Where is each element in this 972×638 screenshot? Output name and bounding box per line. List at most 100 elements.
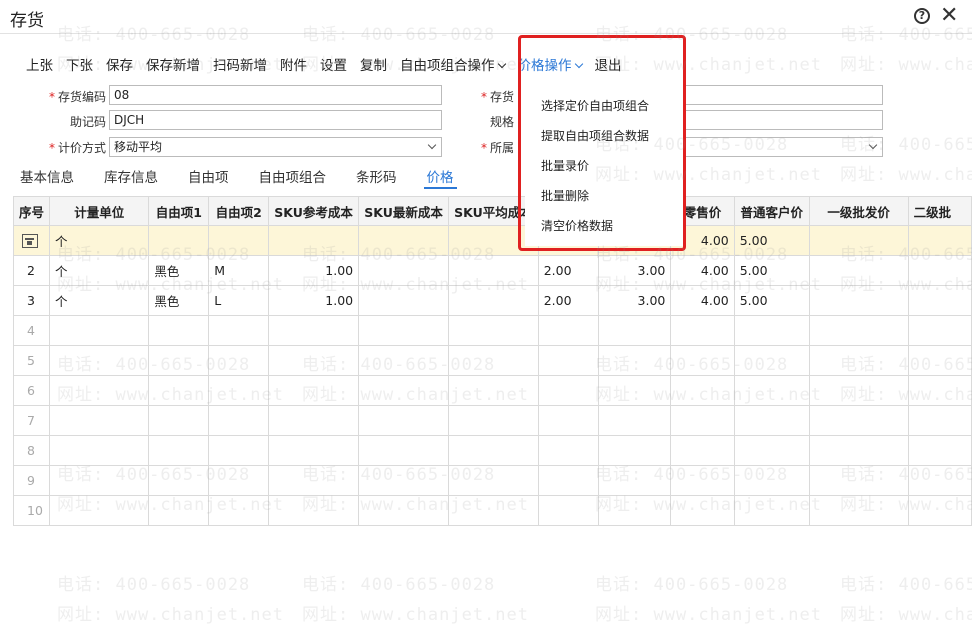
grid-cell[interactable] (597, 315, 672, 346)
grid-cell[interactable] (358, 375, 450, 406)
table-row[interactable]: 5 (12, 345, 972, 376)
grid-cell[interactable] (733, 435, 810, 466)
cell-ref-cost[interactable]: 1.00 (268, 285, 360, 316)
grid-cell[interactable] (358, 435, 450, 466)
col-header-wholesale2[interactable]: 二级批 (907, 196, 972, 226)
cell-ref-cost[interactable] (268, 225, 360, 256)
grid-cell[interactable] (808, 405, 909, 436)
grid-cell[interactable] (597, 435, 672, 466)
col-header-free2[interactable]: 自由项2 (208, 196, 270, 226)
code-input[interactable]: 08 (109, 85, 442, 105)
grid-cell[interactable] (268, 315, 360, 346)
prev-button[interactable]: 上张 (26, 54, 53, 74)
grid-cell[interactable] (907, 405, 972, 436)
grid-cell[interactable] (597, 465, 672, 496)
grid-cell[interactable] (148, 405, 210, 436)
grid-cell[interactable] (670, 495, 735, 526)
grid-cell[interactable] (358, 405, 450, 436)
grid-cell[interactable] (733, 405, 810, 436)
category-select[interactable] (682, 137, 883, 157)
grid-cell[interactable] (670, 405, 735, 436)
grid-cell[interactable] (808, 345, 909, 376)
save-button[interactable]: 保存 (106, 54, 133, 74)
help-icon[interactable]: ? (914, 8, 930, 24)
cell-hidden-2[interactable]: 3.00 (597, 255, 672, 286)
save-new-button[interactable]: 保存新增 (146, 54, 200, 74)
cell-ref-cost[interactable]: 1.00 (268, 255, 360, 286)
table-row[interactable]: 个 4.00 5.00 (12, 225, 972, 256)
grid-cell[interactable] (49, 345, 150, 376)
grid-cell[interactable] (670, 345, 735, 376)
grid-cell[interactable] (907, 465, 972, 496)
grid-cell[interactable] (268, 375, 360, 406)
cell-free1[interactable] (148, 225, 210, 256)
grid-cell[interactable] (537, 495, 599, 526)
grid-cell[interactable] (148, 495, 210, 526)
grid-cell[interactable] (733, 375, 810, 406)
grid-cell[interactable] (808, 375, 909, 406)
grid-cell[interactable] (268, 495, 360, 526)
cell-wholesale2[interactable] (907, 225, 972, 256)
grid-cell[interactable] (907, 495, 972, 526)
next-button[interactable]: 下张 (66, 54, 93, 74)
grid-cell[interactable] (148, 435, 210, 466)
grid-cell[interactable] (808, 435, 909, 466)
grid-cell[interactable] (208, 315, 270, 346)
col-header-free1[interactable]: 自由项1 (148, 196, 210, 226)
cell-unit[interactable]: 个 (49, 225, 150, 256)
grid-cell[interactable] (448, 465, 539, 496)
grid-cell[interactable] (733, 345, 810, 376)
copy-button[interactable]: 复制 (360, 54, 387, 74)
pricing-select[interactable]: 移动平均 (109, 137, 442, 157)
grid-cell[interactable] (670, 315, 735, 346)
settings-button[interactable]: 设置 (320, 54, 347, 74)
combo-ops-menu[interactable]: 自由项组合操作 (400, 54, 506, 74)
grid-cell[interactable] (358, 315, 450, 346)
grid-cell[interactable] (670, 435, 735, 466)
grid-cell[interactable] (448, 405, 539, 436)
grid-cell[interactable] (208, 405, 270, 436)
grid-cell[interactable] (597, 345, 672, 376)
grid-cell[interactable] (597, 495, 672, 526)
grid-cell[interactable] (49, 315, 150, 346)
grid-cell[interactable] (537, 465, 599, 496)
row-selector[interactable] (12, 225, 51, 256)
grid-cell[interactable] (808, 315, 909, 346)
col-header-normal[interactable]: 普通客户价 (733, 196, 810, 226)
grid-cell[interactable] (208, 375, 270, 406)
grid-cell[interactable] (148, 465, 210, 496)
cell-normal[interactable]: 5.00 (733, 255, 810, 286)
col-header-ref-cost[interactable]: SKU参考成本 (268, 196, 360, 226)
cell-free2[interactable] (208, 225, 270, 256)
tab-barcode[interactable]: 条形码 (356, 166, 397, 186)
tab-basic-info[interactable]: 基本信息 (20, 166, 74, 186)
grid-cell[interactable] (907, 315, 972, 346)
grid-cell[interactable] (208, 495, 270, 526)
grid-cell[interactable] (537, 435, 599, 466)
grid-cell[interactable] (597, 375, 672, 406)
name-input[interactable] (682, 85, 883, 105)
grid-cell[interactable] (733, 315, 810, 346)
grid-cell[interactable] (907, 345, 972, 376)
grid-cell[interactable] (907, 375, 972, 406)
row-edit-icon[interactable] (22, 234, 38, 248)
grid-cell[interactable] (208, 435, 270, 466)
cell-hidden-1[interactable]: 2.00 (537, 285, 599, 316)
cell-retail[interactable]: 4.00 (670, 255, 735, 286)
table-row[interactable]: 7 (12, 405, 972, 436)
grid-cell[interactable] (49, 405, 150, 436)
grid-cell[interactable] (670, 465, 735, 496)
grid-cell[interactable] (808, 495, 909, 526)
col-header-wholesale1[interactable]: 一级批发价 (808, 196, 909, 226)
table-row[interactable]: 8 (12, 435, 972, 466)
grid-cell[interactable] (268, 345, 360, 376)
cell-avg-cost[interactable] (448, 255, 539, 286)
grid-cell[interactable] (148, 375, 210, 406)
table-row[interactable]: 4 (12, 315, 972, 346)
grid-cell[interactable] (268, 435, 360, 466)
grid-cell[interactable] (49, 375, 150, 406)
attachment-button[interactable]: 附件 (280, 54, 307, 74)
mnemonic-input[interactable]: DJCH (109, 110, 442, 130)
cell-wholesale1[interactable] (808, 255, 909, 286)
grid-cell[interactable] (670, 375, 735, 406)
